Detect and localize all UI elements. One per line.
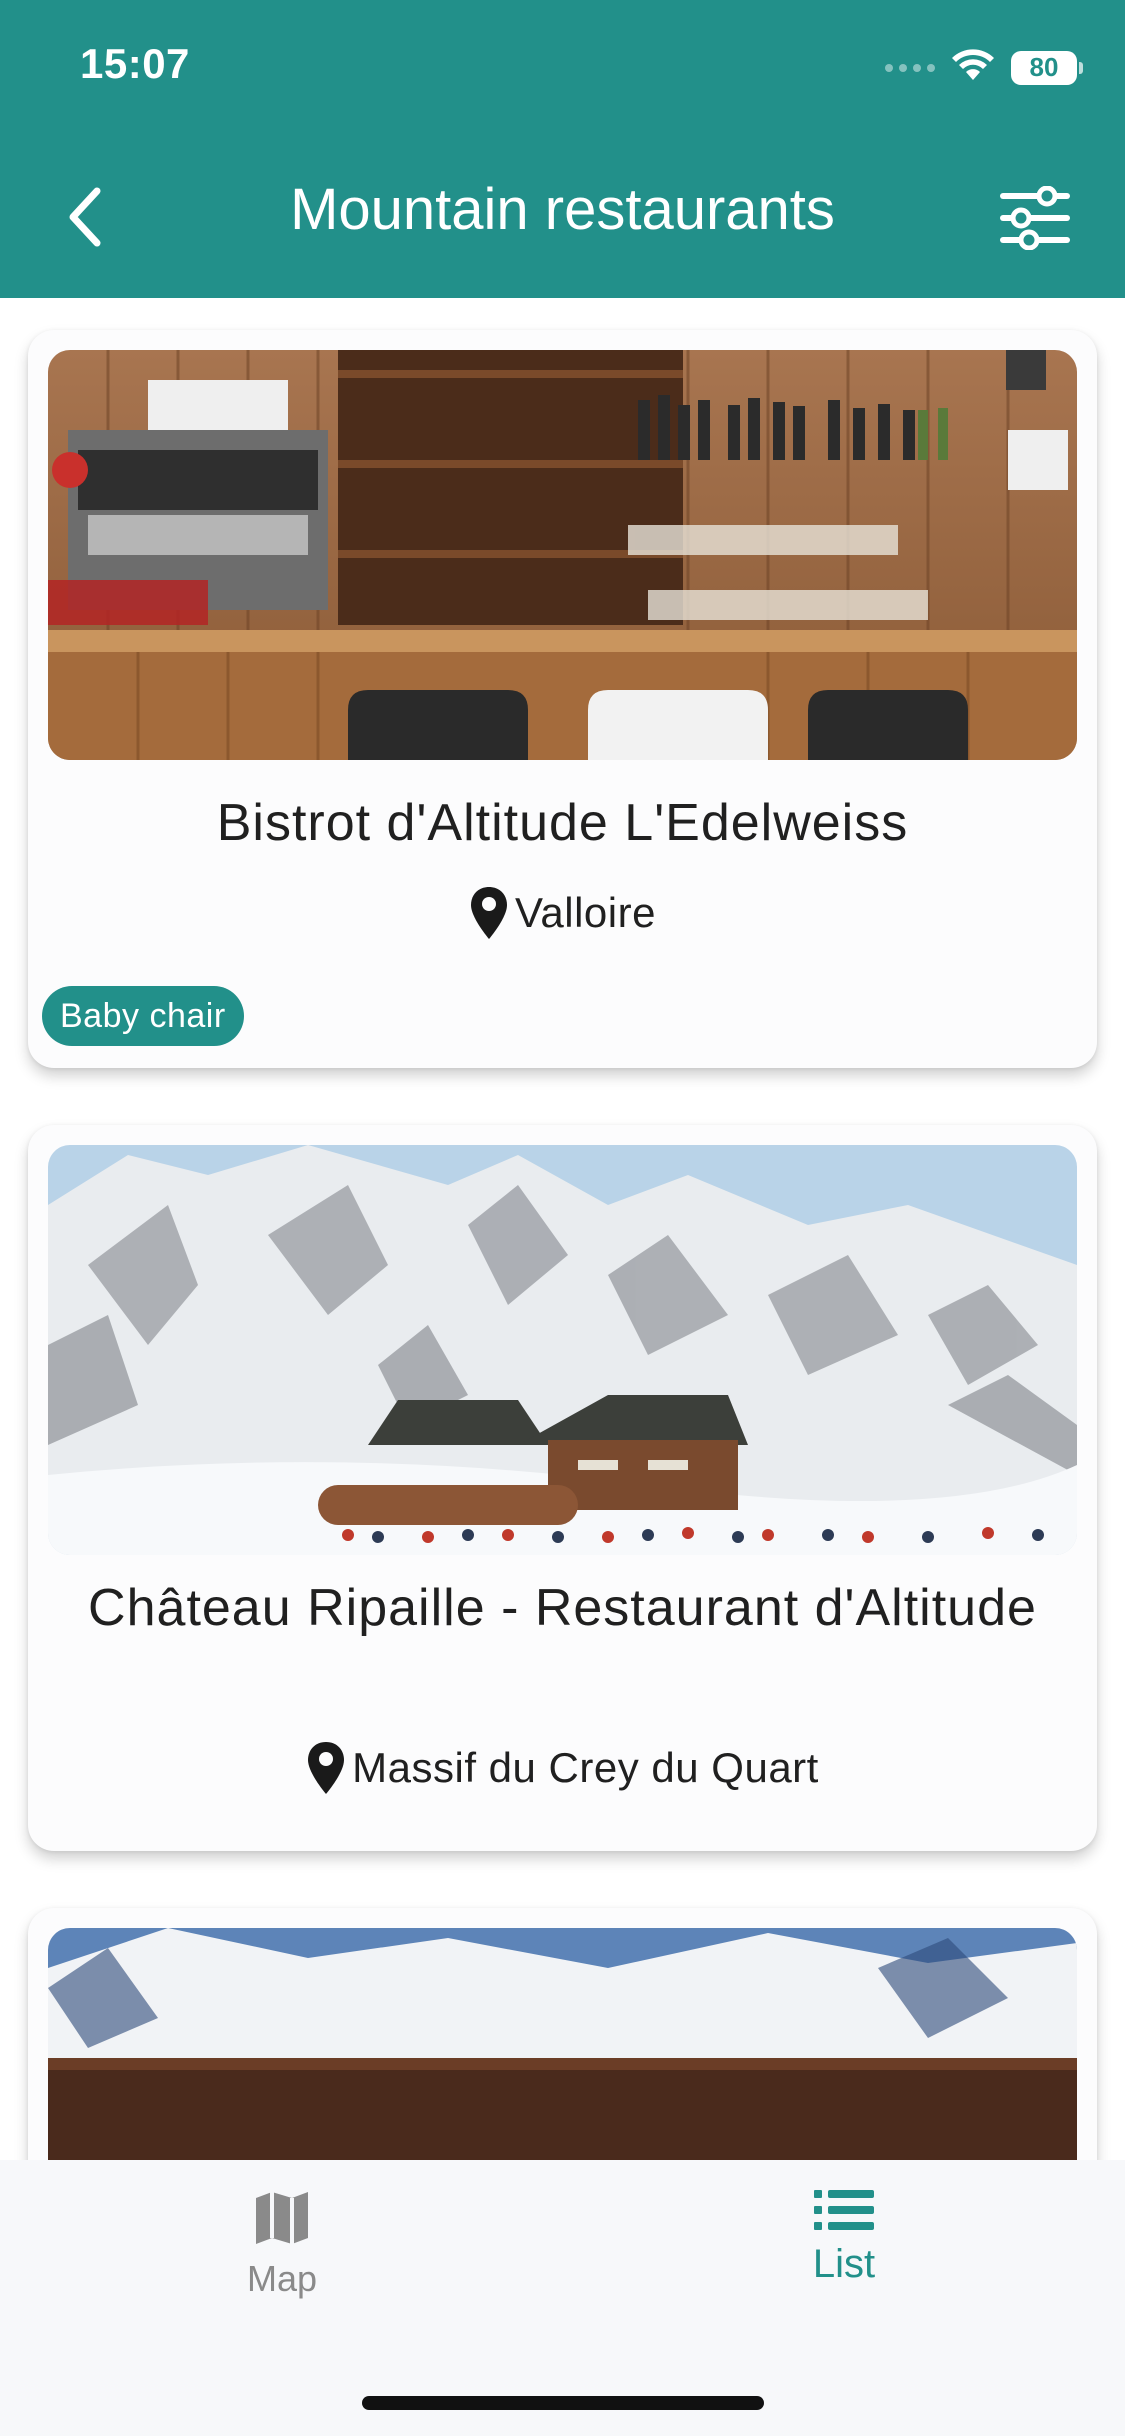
list-icon	[814, 2190, 874, 2230]
restaurant-card[interactable]: Bistrot d'Altitude L'Edelweiss Valloire …	[28, 330, 1097, 1068]
map-pin-icon	[308, 1742, 345, 1794]
restaurant-name: Château Ripaille - Restaurant d'Altitude	[88, 1579, 1037, 1637]
location-text: Valloire	[515, 889, 656, 936]
cellular-signal-icon	[885, 63, 935, 72]
home-indicator[interactable]	[362, 2396, 764, 2410]
restaurant-location: Valloire	[28, 885, 1097, 941]
restaurant-photo	[48, 350, 1077, 760]
tab-list[interactable]: List	[694, 2188, 994, 2287]
wifi-icon	[951, 48, 995, 87]
bottom-navigation: Map List	[0, 2160, 1125, 2436]
restaurant-list[interactable]: Bistrot d'Altitude L'Edelweiss Valloire …	[0, 298, 1125, 2160]
map-icon	[256, 2192, 308, 2244]
restaurant-name: Bistrot d'Altitude L'Edelweiss	[216, 794, 909, 852]
filter-button[interactable]	[995, 178, 1075, 258]
restaurant-card[interactable]	[28, 1908, 1097, 2160]
amenity-badge: Baby chair	[42, 986, 244, 1046]
sliders-icon	[1000, 186, 1070, 250]
tab-map[interactable]: Map	[132, 2188, 432, 2300]
restaurant-photo	[48, 1928, 1077, 2160]
status-indicators: 80	[885, 48, 1083, 87]
map-pin-icon	[471, 887, 508, 939]
tab-list-label: List	[812, 2242, 876, 2286]
restaurant-photo	[48, 1145, 1077, 1555]
battery-icon: 80	[1011, 50, 1083, 85]
restaurant-location: Massif du Crey du Quart	[28, 1740, 1097, 1796]
app-screen: 15:07 80 Mountain restaurants Bistrot d'…	[0, 0, 1125, 2436]
restaurant-card[interactable]: Château Ripaille - Restaurant d'Altitude…	[28, 1125, 1097, 1851]
status-time: 15:07	[80, 40, 190, 87]
page-title: Mountain restaurants	[290, 177, 835, 242]
location-text: Massif du Crey du Quart	[352, 1744, 819, 1791]
app-header: 15:07 80 Mountain restaurants	[0, 0, 1125, 298]
tab-map-label: Map	[246, 2258, 318, 2299]
